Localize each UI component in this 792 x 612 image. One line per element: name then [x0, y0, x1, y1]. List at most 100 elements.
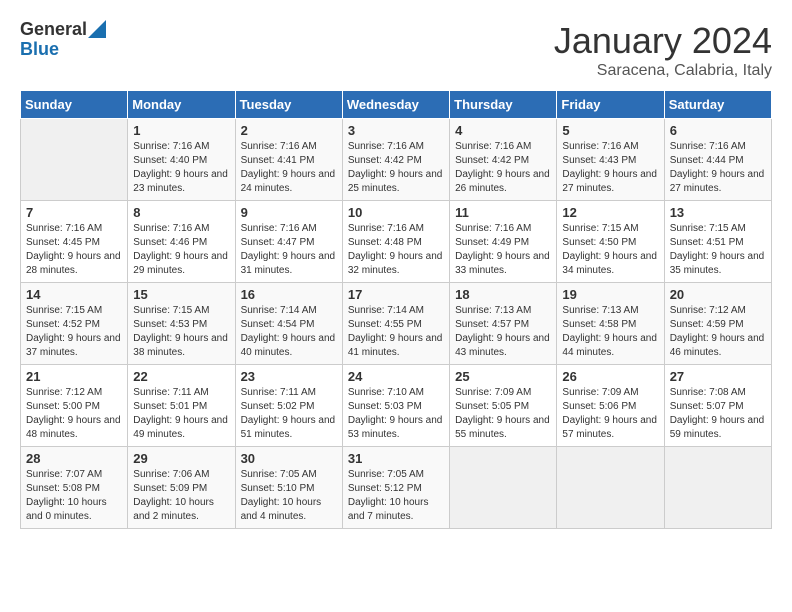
col-sunday: Sunday: [21, 91, 128, 119]
day-info: Sunrise: 7:05 AM Sunset: 5:10 PM Dayligh…: [241, 468, 337, 524]
day-number: 11: [455, 205, 551, 220]
calendar-cell: 13 Sunrise: 7:15 AM Sunset: 4:51 PM Dayl…: [664, 201, 771, 283]
day-info: Sunrise: 7:16 AM Sunset: 4:41 PM Dayligh…: [241, 140, 337, 196]
day-number: 9: [241, 205, 337, 220]
day-info: Sunrise: 7:12 AM Sunset: 4:59 PM Dayligh…: [670, 304, 766, 360]
col-monday: Monday: [128, 91, 235, 119]
day-number: 12: [562, 205, 658, 220]
col-thursday: Thursday: [450, 91, 557, 119]
calendar-week-row-5: 28 Sunrise: 7:07 AM Sunset: 5:08 PM Dayl…: [21, 447, 772, 529]
day-number: 7: [26, 205, 122, 220]
calendar-cell: 6 Sunrise: 7:16 AM Sunset: 4:44 PM Dayli…: [664, 119, 771, 201]
day-number: 23: [241, 369, 337, 384]
day-info: Sunrise: 7:16 AM Sunset: 4:44 PM Dayligh…: [670, 140, 766, 196]
day-info: Sunrise: 7:13 AM Sunset: 4:58 PM Dayligh…: [562, 304, 658, 360]
calendar-week-row-4: 21 Sunrise: 7:12 AM Sunset: 5:00 PM Dayl…: [21, 365, 772, 447]
day-number: 2: [241, 123, 337, 138]
day-number: 28: [26, 451, 122, 466]
day-number: 13: [670, 205, 766, 220]
day-info: Sunrise: 7:05 AM Sunset: 5:12 PM Dayligh…: [348, 468, 444, 524]
day-number: 25: [455, 369, 551, 384]
calendar-cell: 23 Sunrise: 7:11 AM Sunset: 5:02 PM Dayl…: [235, 365, 342, 447]
calendar-header-row: Sunday Monday Tuesday Wednesday Thursday…: [21, 91, 772, 119]
page-header: General Blue January 2024 Saracena, Cala…: [20, 20, 772, 80]
title-section: January 2024 Saracena, Calabria, Italy: [554, 20, 772, 80]
day-info: Sunrise: 7:16 AM Sunset: 4:49 PM Dayligh…: [455, 222, 551, 278]
day-number: 8: [133, 205, 229, 220]
day-info: Sunrise: 7:10 AM Sunset: 5:03 PM Dayligh…: [348, 386, 444, 442]
logo-blue-text: Blue: [20, 40, 59, 60]
calendar-week-row-2: 7 Sunrise: 7:16 AM Sunset: 4:45 PM Dayli…: [21, 201, 772, 283]
day-info: Sunrise: 7:07 AM Sunset: 5:08 PM Dayligh…: [26, 468, 122, 524]
calendar-cell: 25 Sunrise: 7:09 AM Sunset: 5:05 PM Dayl…: [450, 365, 557, 447]
day-number: 24: [348, 369, 444, 384]
calendar-cell: 11 Sunrise: 7:16 AM Sunset: 4:49 PM Dayl…: [450, 201, 557, 283]
day-info: Sunrise: 7:16 AM Sunset: 4:46 PM Dayligh…: [133, 222, 229, 278]
calendar-cell: 27 Sunrise: 7:08 AM Sunset: 5:07 PM Dayl…: [664, 365, 771, 447]
day-number: 5: [562, 123, 658, 138]
day-number: 10: [348, 205, 444, 220]
logo-triangle-icon: [88, 20, 106, 38]
day-number: 16: [241, 287, 337, 302]
calendar-cell: [664, 447, 771, 529]
logo-general-text: General: [20, 20, 87, 40]
calendar-cell: 16 Sunrise: 7:14 AM Sunset: 4:54 PM Dayl…: [235, 283, 342, 365]
day-number: 6: [670, 123, 766, 138]
day-info: Sunrise: 7:11 AM Sunset: 5:01 PM Dayligh…: [133, 386, 229, 442]
calendar-week-row-3: 14 Sunrise: 7:15 AM Sunset: 4:52 PM Dayl…: [21, 283, 772, 365]
day-number: 21: [26, 369, 122, 384]
day-info: Sunrise: 7:14 AM Sunset: 4:55 PM Dayligh…: [348, 304, 444, 360]
calendar-cell: 3 Sunrise: 7:16 AM Sunset: 4:42 PM Dayli…: [342, 119, 449, 201]
day-info: Sunrise: 7:09 AM Sunset: 5:05 PM Dayligh…: [455, 386, 551, 442]
calendar-cell: 9 Sunrise: 7:16 AM Sunset: 4:47 PM Dayli…: [235, 201, 342, 283]
calendar-cell: 28 Sunrise: 7:07 AM Sunset: 5:08 PM Dayl…: [21, 447, 128, 529]
calendar-cell: 1 Sunrise: 7:16 AM Sunset: 4:40 PM Dayli…: [128, 119, 235, 201]
day-info: Sunrise: 7:16 AM Sunset: 4:47 PM Dayligh…: [241, 222, 337, 278]
col-friday: Friday: [557, 91, 664, 119]
calendar-cell: 7 Sunrise: 7:16 AM Sunset: 4:45 PM Dayli…: [21, 201, 128, 283]
calendar-cell: 4 Sunrise: 7:16 AM Sunset: 4:42 PM Dayli…: [450, 119, 557, 201]
day-info: Sunrise: 7:16 AM Sunset: 4:43 PM Dayligh…: [562, 140, 658, 196]
col-saturday: Saturday: [664, 91, 771, 119]
day-info: Sunrise: 7:13 AM Sunset: 4:57 PM Dayligh…: [455, 304, 551, 360]
calendar-cell: 22 Sunrise: 7:11 AM Sunset: 5:01 PM Dayl…: [128, 365, 235, 447]
day-info: Sunrise: 7:15 AM Sunset: 4:52 PM Dayligh…: [26, 304, 122, 360]
calendar-cell: 17 Sunrise: 7:14 AM Sunset: 4:55 PM Dayl…: [342, 283, 449, 365]
day-number: 4: [455, 123, 551, 138]
day-info: Sunrise: 7:09 AM Sunset: 5:06 PM Dayligh…: [562, 386, 658, 442]
day-info: Sunrise: 7:15 AM Sunset: 4:51 PM Dayligh…: [670, 222, 766, 278]
calendar-cell: 19 Sunrise: 7:13 AM Sunset: 4:58 PM Dayl…: [557, 283, 664, 365]
calendar-cell: 2 Sunrise: 7:16 AM Sunset: 4:41 PM Dayli…: [235, 119, 342, 201]
day-info: Sunrise: 7:15 AM Sunset: 4:53 PM Dayligh…: [133, 304, 229, 360]
calendar-week-row-1: 1 Sunrise: 7:16 AM Sunset: 4:40 PM Dayli…: [21, 119, 772, 201]
logo: General Blue: [20, 20, 106, 60]
day-info: Sunrise: 7:14 AM Sunset: 4:54 PM Dayligh…: [241, 304, 337, 360]
day-info: Sunrise: 7:16 AM Sunset: 4:48 PM Dayligh…: [348, 222, 444, 278]
col-tuesday: Tuesday: [235, 91, 342, 119]
calendar-cell: [450, 447, 557, 529]
day-number: 18: [455, 287, 551, 302]
day-info: Sunrise: 7:11 AM Sunset: 5:02 PM Dayligh…: [241, 386, 337, 442]
calendar-cell: [21, 119, 128, 201]
day-number: 19: [562, 287, 658, 302]
calendar-cell: 31 Sunrise: 7:05 AM Sunset: 5:12 PM Dayl…: [342, 447, 449, 529]
day-number: 26: [562, 369, 658, 384]
day-number: 27: [670, 369, 766, 384]
day-number: 15: [133, 287, 229, 302]
day-info: Sunrise: 7:16 AM Sunset: 4:45 PM Dayligh…: [26, 222, 122, 278]
calendar-cell: 12 Sunrise: 7:15 AM Sunset: 4:50 PM Dayl…: [557, 201, 664, 283]
calendar-cell: 5 Sunrise: 7:16 AM Sunset: 4:43 PM Dayli…: [557, 119, 664, 201]
day-info: Sunrise: 7:16 AM Sunset: 4:40 PM Dayligh…: [133, 140, 229, 196]
calendar-cell: [557, 447, 664, 529]
day-info: Sunrise: 7:16 AM Sunset: 4:42 PM Dayligh…: [348, 140, 444, 196]
day-number: 22: [133, 369, 229, 384]
day-info: Sunrise: 7:08 AM Sunset: 5:07 PM Dayligh…: [670, 386, 766, 442]
calendar-cell: 10 Sunrise: 7:16 AM Sunset: 4:48 PM Dayl…: [342, 201, 449, 283]
col-wednesday: Wednesday: [342, 91, 449, 119]
day-number: 30: [241, 451, 337, 466]
calendar-cell: 29 Sunrise: 7:06 AM Sunset: 5:09 PM Dayl…: [128, 447, 235, 529]
day-number: 29: [133, 451, 229, 466]
day-number: 3: [348, 123, 444, 138]
calendar-cell: 15 Sunrise: 7:15 AM Sunset: 4:53 PM Dayl…: [128, 283, 235, 365]
location-title: Saracena, Calabria, Italy: [554, 62, 772, 80]
